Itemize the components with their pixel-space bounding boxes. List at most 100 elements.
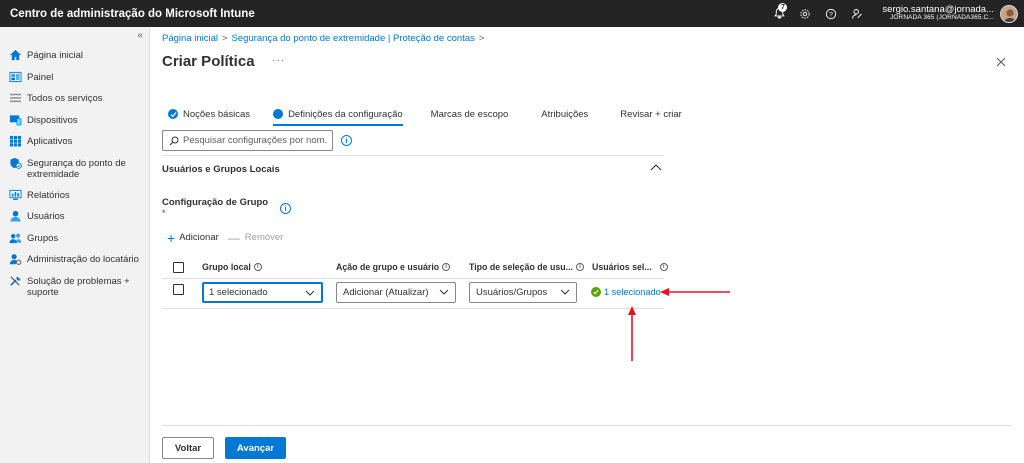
- settings-search-box[interactable]: [162, 130, 333, 151]
- selection-type-dropdown[interactable]: Usuários/Grupos: [469, 282, 577, 303]
- help-icon[interactable]: ?: [818, 0, 844, 27]
- column-header[interactable]: Usuários sel... i: [592, 262, 668, 272]
- users-icon: [10, 210, 21, 222]
- sidebar-item-label: Página inicial: [27, 50, 83, 61]
- dropdown-value: Usuários/Grupos: [476, 287, 548, 298]
- sidebar-item-label: Administração do locatário: [27, 254, 139, 265]
- selected-users-label: 1 selecionado: [604, 287, 661, 297]
- main-content: Página inicial > Segurança do ponto de e…: [150, 27, 1024, 463]
- remove-label: Remover: [244, 232, 284, 243]
- info-icon[interactable]: i: [341, 135, 352, 146]
- chevron-down-icon: [439, 289, 449, 295]
- group-toolbar: + Adicionar — Remover: [167, 229, 284, 246]
- sidebar-item-label: Relatórios: [27, 189, 70, 201]
- tab-assignments[interactable]: Atribuições: [541, 109, 588, 120]
- search-input[interactable]: [183, 135, 328, 146]
- collapse-sidebar-icon[interactable]: «: [137, 30, 143, 41]
- dropdown-value: Adicionar (Atualizar): [343, 287, 429, 298]
- check-icon: [168, 109, 178, 119]
- sidebar-item-label: Solução de problemas + suporte: [27, 275, 130, 298]
- column-header[interactable]: Tipo de seleção de usu... i: [469, 262, 584, 272]
- add-button[interactable]: + Adicionar: [167, 229, 219, 246]
- sidebar-item-troubleshoot[interactable]: Solução de problemas + suporte: [0, 275, 150, 307]
- next-button[interactable]: Avançar: [225, 437, 286, 459]
- breadcrumb-home[interactable]: Página inicial: [162, 33, 218, 44]
- group-action-dropdown[interactable]: Adicionar (Atualizar): [336, 282, 456, 303]
- sidebar: « Página inicial Painel Todos os serviço…: [0, 27, 150, 463]
- chevron-down-icon: [560, 289, 570, 295]
- tab-label: Marcas de escopo: [430, 108, 509, 120]
- column-label: Grupo local: [202, 262, 251, 272]
- top-bar: Centro de administração do Microsoft Int…: [0, 0, 1024, 27]
- back-button[interactable]: Voltar: [162, 437, 214, 459]
- sidebar-item-apps[interactable]: Aplicativos: [0, 135, 150, 157]
- info-icon[interactable]: i: [280, 203, 291, 214]
- sidebar-item-label: Dispositivos: [27, 114, 78, 126]
- plus-icon: +: [167, 229, 176, 246]
- remove-button[interactable]: — Remover: [227, 230, 284, 245]
- section-title[interactable]: Usuários e Grupos Locais: [162, 164, 280, 175]
- divider: [162, 155, 664, 156]
- column-label: Usuários sel...: [592, 262, 652, 272]
- notification-count: 7: [778, 3, 788, 12]
- sidebar-item-label: Todos os serviços: [27, 93, 103, 104]
- tab-review-create[interactable]: Revisar + criar: [620, 109, 682, 120]
- column-header[interactable]: Ação de grupo e usuário i: [336, 262, 451, 272]
- row-checkbox[interactable]: [173, 284, 184, 295]
- select-all-checkbox[interactable]: [173, 262, 184, 273]
- notifications-icon[interactable]: 7: [766, 0, 792, 27]
- tab-label: Noções básicas: [183, 108, 251, 120]
- annotation-arrow-up: [628, 306, 636, 361]
- minus-icon: —: [227, 230, 240, 245]
- sidebar-item-users[interactable]: Usuários: [0, 210, 150, 232]
- tab-basics[interactable]: Noções básicas: [168, 109, 250, 120]
- avatar[interactable]: [1000, 4, 1018, 23]
- chevron-up-icon[interactable]: [650, 163, 662, 174]
- local-group-dropdown[interactable]: 1 selecionado: [202, 282, 323, 303]
- sidebar-item-dashboard[interactable]: Painel: [0, 71, 150, 93]
- sidebar-item-home[interactable]: Página inicial: [0, 49, 150, 71]
- account-info[interactable]: sergio.santana@jornada... JORNADA 365 (J…: [882, 5, 994, 22]
- sidebar-item-label: Segurança do ponto de extremidade: [27, 157, 126, 180]
- groups-icon: [9, 233, 22, 243]
- footer-divider: [162, 425, 1012, 426]
- info-icon[interactable]: i: [253, 263, 262, 271]
- dropdown-value: 1 selecionado: [209, 287, 268, 298]
- feedback-icon[interactable]: [844, 0, 870, 27]
- breadcrumb: Página inicial > Segurança do ponto de e…: [162, 33, 484, 44]
- add-label: Adicionar: [179, 232, 219, 243]
- settings-gear-icon[interactable]: [792, 0, 818, 27]
- tab-configuration-settings[interactable]: Definições da configuração: [273, 109, 403, 126]
- annotation-arrows: [628, 288, 730, 361]
- app-title[interactable]: Centro de administração do Microsoft Int…: [10, 8, 255, 20]
- sidebar-item-tenant-admin[interactable]: Administração do locatário: [0, 253, 150, 275]
- breadcrumb-account-protection[interactable]: Segurança do ponto de extremidade | Prot…: [232, 33, 475, 44]
- apps-icon: [9, 135, 22, 147]
- troubleshoot-icon: [10, 275, 21, 286]
- info-icon[interactable]: i: [659, 263, 668, 271]
- more-options-icon[interactable]: ···: [272, 55, 285, 66]
- close-icon[interactable]: [996, 55, 1006, 70]
- breadcrumb-separator: >: [221, 33, 228, 44]
- info-icon[interactable]: i: [442, 263, 451, 271]
- sidebar-item-label: Aplicativos: [27, 136, 73, 147]
- sidebar-item-label: Painel: [27, 71, 54, 83]
- sidebar-item-groups[interactable]: Grupos: [0, 232, 150, 254]
- tenant-admin-icon: [9, 254, 22, 265]
- selected-users-link[interactable]: 1 selecionado: [591, 287, 661, 297]
- home-icon: [9, 49, 22, 61]
- wizard-tabs: Noções básicas Definições da configuraçã…: [168, 104, 682, 126]
- info-icon[interactable]: i: [575, 263, 584, 271]
- tab-scope-tags[interactable]: Marcas de escopo: [431, 109, 509, 120]
- sidebar-nav: Página inicial Painel Todos os serviços …: [0, 49, 150, 307]
- sidebar-item-reports[interactable]: Relatórios: [0, 189, 150, 211]
- endpoint-security-icon: [10, 157, 22, 169]
- column-header[interactable]: Grupo local i: [202, 262, 262, 272]
- sidebar-item-endpoint-security[interactable]: Segurança do ponto de extremidade: [0, 157, 150, 189]
- column-label: Ação de grupo e usuário: [336, 262, 440, 272]
- devices-icon: [9, 114, 22, 125]
- svg-text:?: ?: [830, 11, 834, 18]
- sidebar-item-all-services[interactable]: Todos os serviços: [0, 92, 150, 114]
- sidebar-item-devices[interactable]: Dispositivos: [0, 114, 150, 136]
- search-icon: [169, 136, 179, 145]
